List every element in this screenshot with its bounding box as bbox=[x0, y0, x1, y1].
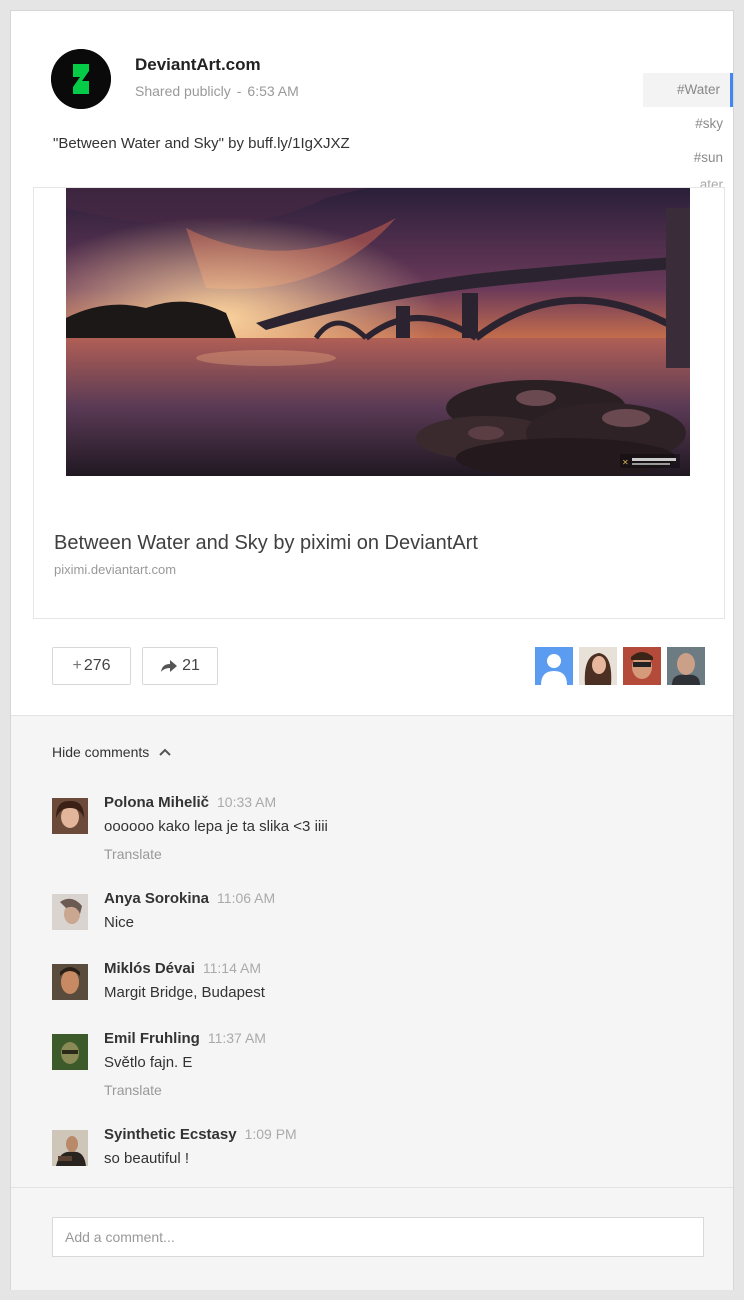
post-card: DeviantArt.com Shared publicly -6:53 AM "… bbox=[10, 10, 734, 1290]
plus-one-button[interactable]: +276 bbox=[52, 647, 131, 685]
comment-time: 10:33 AM bbox=[217, 794, 277, 810]
commenter-name[interactable]: Miklós Dévai 11:14 AM bbox=[104, 960, 261, 977]
commenter-avatar[interactable] bbox=[52, 798, 88, 834]
comment-time: 1:09 PM bbox=[244, 1126, 297, 1142]
link-preview-image[interactable]: ✕ bbox=[66, 188, 690, 476]
hide-comments-toggle[interactable]: Hide comments bbox=[52, 744, 171, 760]
chevron-up-icon bbox=[159, 748, 171, 756]
meta-separator: - bbox=[236, 83, 242, 99]
comment-item: Miklós Dévai 11:14 AM Margit Bridge, Buda… bbox=[52, 960, 692, 1040]
commenter-avatar[interactable] bbox=[52, 894, 88, 930]
comment-text: so beautiful ! bbox=[104, 1150, 190, 1167]
comment-text: oooooo kako lepa je ta slika <3 iiii bbox=[104, 818, 328, 835]
plus-count: 276 bbox=[83, 657, 111, 674]
reshare-button[interactable]: 21 bbox=[142, 647, 218, 685]
post-meta: Shared publicly -6:53 AM bbox=[135, 83, 299, 99]
deviantart-logo-icon bbox=[51, 49, 111, 109]
post-time[interactable]: 6:53 AM bbox=[247, 83, 298, 99]
commenter-avatar[interactable] bbox=[52, 964, 88, 1000]
commenter-name[interactable]: Syinthetic Ecstasy 1:09 PM bbox=[104, 1126, 297, 1143]
commenter-avatar[interactable] bbox=[52, 1034, 88, 1070]
share-count: 21 bbox=[182, 657, 200, 674]
commenter-avatar[interactable] bbox=[52, 1130, 88, 1166]
comment-text: Nice bbox=[104, 914, 135, 931]
plussers-avatars bbox=[535, 647, 705, 685]
plusser-avatar-photo[interactable] bbox=[667, 647, 705, 685]
default-avatar-icon[interactable] bbox=[535, 647, 573, 685]
hashtag-water[interactable]: #Water bbox=[643, 73, 733, 107]
comment-item: Polona Mihelič 10:33 AM oooooo kako lepa … bbox=[52, 794, 692, 874]
post-visibility[interactable]: Shared publicly bbox=[135, 83, 231, 99]
add-comment-area bbox=[11, 1187, 733, 1290]
plus-icon: + bbox=[72, 657, 82, 674]
translate-link[interactable]: Translate bbox=[104, 846, 162, 862]
link-domain[interactable]: piximi.deviantart.com bbox=[54, 562, 176, 577]
comment-text: Světlo fajn. E bbox=[104, 1054, 193, 1071]
comment-time: 11:37 AM bbox=[207, 1030, 266, 1046]
link-title[interactable]: Between Water and Sky by piximi on Devia… bbox=[54, 532, 478, 555]
comment-item: Anya Sorokina 11:06 AM Nice bbox=[52, 890, 692, 970]
bridge-sunset-photo: ✕ bbox=[66, 188, 690, 476]
translate-link[interactable]: Translate bbox=[104, 1082, 162, 1098]
share-arrow-icon bbox=[161, 660, 178, 672]
hashtag-sky[interactable]: #sky bbox=[643, 107, 733, 141]
link-preview-card[interactable]: ✕ Between Water and Sky by piximi on Dev… bbox=[33, 187, 725, 619]
post-author-name[interactable]: DeviantArt.com bbox=[135, 55, 261, 75]
post-caption: "Between Water and Sky" by buff.ly/1IgXJ… bbox=[53, 135, 350, 152]
commenter-name[interactable]: Polona Mihelič 10:33 AM bbox=[104, 794, 276, 811]
plusser-avatar-photo[interactable] bbox=[623, 647, 661, 685]
hashtag-sun[interactable]: #sun bbox=[643, 141, 733, 175]
comment-text: Margit Bridge, Budapest bbox=[104, 984, 265, 1001]
add-comment-input[interactable] bbox=[52, 1217, 704, 1257]
commenter-name[interactable]: Emil Fruhling 11:37 AM bbox=[104, 1030, 266, 1047]
deviantart-logo-avatar[interactable] bbox=[51, 49, 111, 109]
svg-text:✕: ✕ bbox=[622, 458, 629, 467]
comment-time: 11:14 AM bbox=[202, 960, 261, 976]
plusser-avatar-photo[interactable] bbox=[579, 647, 617, 685]
photographer-watermark: ✕ bbox=[620, 454, 680, 468]
hide-comments-label: Hide comments bbox=[52, 744, 150, 760]
comment-item: Emil Fruhling 11:37 AM Světlo fajn. E Tra… bbox=[52, 1030, 692, 1110]
commenter-name[interactable]: Anya Sorokina 11:06 AM bbox=[104, 890, 275, 907]
hashtag-list: #Water #sky #sun ater bbox=[643, 73, 733, 195]
comment-time: 11:06 AM bbox=[217, 890, 276, 906]
